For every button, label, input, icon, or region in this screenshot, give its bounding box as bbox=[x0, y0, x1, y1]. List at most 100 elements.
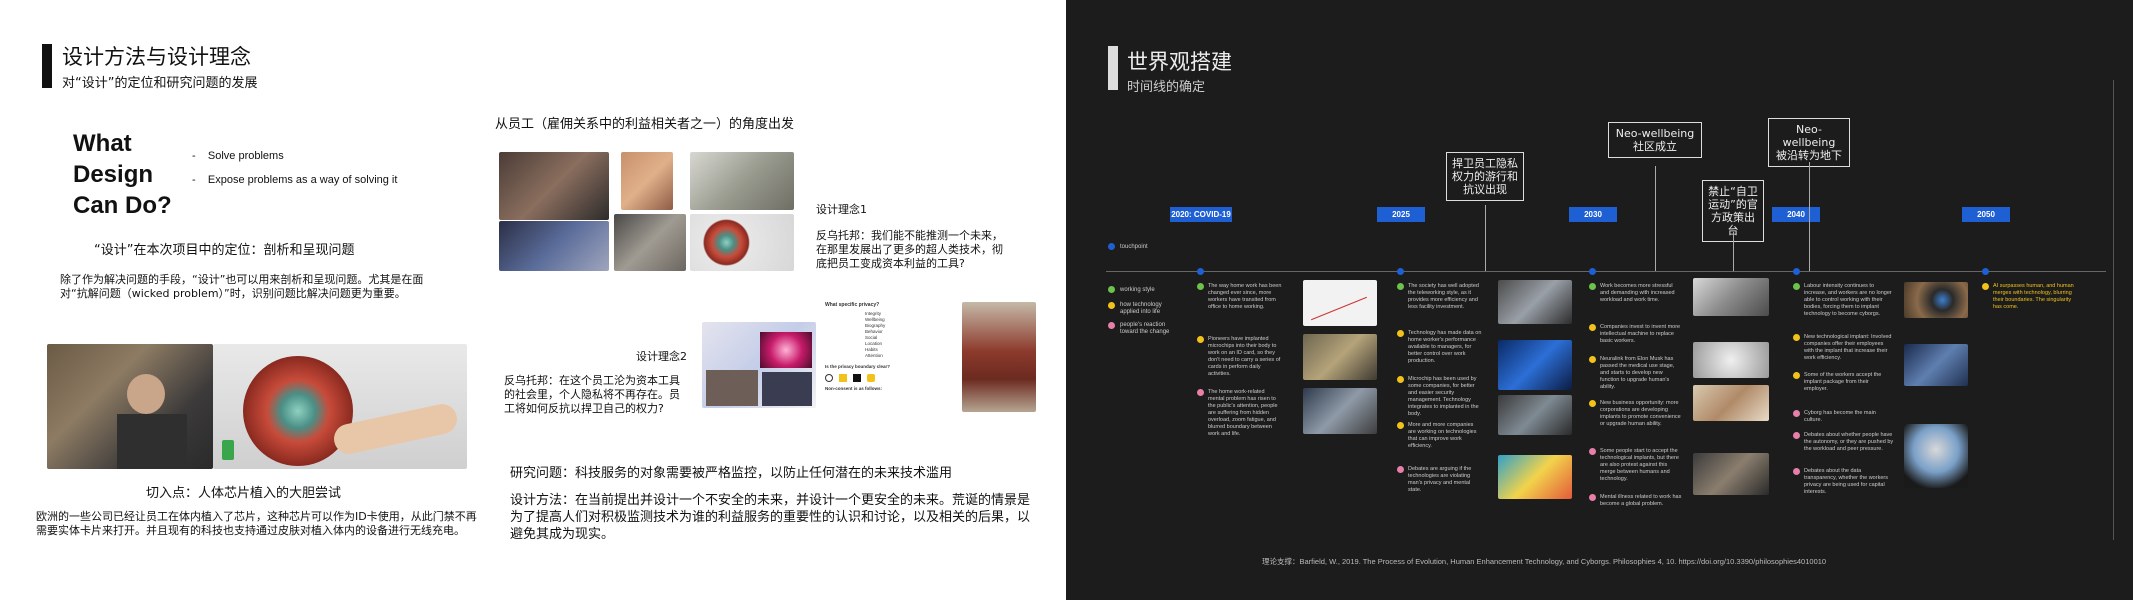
box-line: 捍卫员工隐私 bbox=[1452, 157, 1518, 170]
bullet-text: Expose problems as a way of solving it bbox=[207, 174, 398, 186]
timeline-dot bbox=[1982, 268, 1989, 275]
event-dot bbox=[1793, 372, 1800, 379]
legend-label: working style bbox=[1120, 287, 1155, 293]
year-tag: 2020: COVID-19 bbox=[1170, 207, 1232, 222]
page-title: 世界观搭建 bbox=[1127, 50, 1232, 74]
event-text: New business opportunity: more corporati… bbox=[1600, 400, 1681, 427]
spheres-thumbnail bbox=[1693, 342, 1769, 378]
photo-detail bbox=[127, 374, 165, 414]
concept1-text: 反乌托邦：我们能不能推测一个未来，在那里发展出了更多的超人类技术，彻底把员工变成… bbox=[816, 229, 1003, 270]
photo-implant-hand bbox=[690, 214, 794, 271]
privacy-document: What specific privacy? Integrity Wellbei… bbox=[825, 302, 953, 412]
event-dot bbox=[1793, 334, 1800, 341]
page-title: 设计方法与设计理念 bbox=[62, 45, 251, 69]
doc-list-item: Attention bbox=[865, 353, 883, 358]
event-text: Labour intensity continues to increase, … bbox=[1804, 283, 1892, 317]
data-thumbnail bbox=[1498, 340, 1572, 390]
event-dot bbox=[1793, 283, 1800, 290]
event-box: Neo-wellbeing 被沿转为地下 bbox=[1768, 118, 1850, 167]
connector-line bbox=[1809, 162, 1810, 271]
event-text: Debates are arguing if the technologies … bbox=[1408, 466, 1472, 493]
left-slide: 设计方法与设计理念 对“设计”的定位和研究问题的发展 What Design C… bbox=[0, 0, 1066, 600]
bullet-item: - Expose problems as a way of solving it bbox=[192, 174, 398, 186]
event-text: The society has well adopted the telewor… bbox=[1408, 283, 1479, 310]
connector-line bbox=[1485, 205, 1486, 271]
citation: 理论支撑：Barfield, W., 2019. The Process of … bbox=[1262, 557, 1827, 566]
doc-title: What specific privacy? bbox=[825, 302, 880, 308]
event-text: Cyborg has become the main culture. bbox=[1804, 410, 1876, 423]
event-box: Neo-wellbeing 社区成立 bbox=[1608, 122, 1702, 158]
photo-collage-left bbox=[702, 322, 816, 408]
photo-thumbnail bbox=[1303, 334, 1377, 380]
what-design-line: What bbox=[73, 130, 132, 157]
title-bar-accent bbox=[1108, 46, 1118, 90]
doc-footer: Non-consent is as follows: bbox=[825, 386, 883, 391]
concept1-title: 设计理念1 bbox=[816, 203, 867, 216]
bullet-text: Solve problems bbox=[207, 150, 284, 162]
doc-icons bbox=[825, 374, 953, 382]
photo-face bbox=[499, 221, 609, 271]
photo-hand-implant bbox=[213, 344, 467, 469]
legend-dot-yellow bbox=[1108, 302, 1115, 309]
photo-installation bbox=[962, 302, 1036, 412]
crowd-thumbnail bbox=[1693, 453, 1769, 495]
year-tag: 2025 bbox=[1377, 207, 1425, 222]
connector-line bbox=[1733, 232, 1734, 271]
event-dot bbox=[1197, 283, 1204, 290]
positioning-text: 除了作为解决问题的手段，“设计”也可以用来剖析和呈现问题。尤其是在面对“抗解问题… bbox=[60, 273, 424, 300]
event-text: Some of the workers accept the implant p… bbox=[1804, 372, 1882, 392]
right-slide: 世界观搭建 时间线的确定 2020: COVID-19 2025 2030 20… bbox=[1066, 0, 2133, 600]
event-dot bbox=[1982, 283, 1989, 290]
event-text: The way home work has been changed ever … bbox=[1208, 283, 1282, 310]
page-subtitle: 时间线的确定 bbox=[1127, 80, 1206, 95]
photo-thumbnail bbox=[1303, 388, 1377, 434]
event-dot bbox=[1793, 410, 1800, 417]
right-margin-line bbox=[2113, 80, 2114, 540]
what-design-line: Design bbox=[73, 161, 154, 188]
box-line: 被沿转为地下 bbox=[1776, 149, 1842, 162]
photo-thumbnail bbox=[1693, 278, 1769, 316]
photo-lips bbox=[621, 152, 673, 210]
event-dot bbox=[1589, 400, 1596, 407]
year-tag: 2040 bbox=[1772, 207, 1820, 222]
event-text: The home work-related mental problem has… bbox=[1208, 389, 1278, 437]
box-line: 禁止“自卫 bbox=[1708, 185, 1758, 198]
touchpoint-label: touchpoint bbox=[1120, 244, 1148, 250]
connector-line bbox=[1655, 166, 1656, 271]
box-line: 社区成立 bbox=[1633, 140, 1677, 153]
entry-text: 欧洲的一些公司已经让员工在体内植入了芯片，这种芯片可以作为ID卡使用，从此门禁不… bbox=[36, 510, 477, 537]
concept2-title: 设计理念2 bbox=[636, 350, 687, 363]
photo-thumbnail bbox=[1498, 280, 1572, 324]
touchpoint-dot bbox=[1108, 243, 1115, 250]
event-text: AI surpasses human, and human merges wit… bbox=[1993, 283, 2074, 310]
event-text: Some people start to accept the technolo… bbox=[1600, 448, 1679, 482]
doc-list: Integrity Wellbeing Biography Behavior S… bbox=[865, 311, 953, 359]
entry-title: 切入点：人体芯片植入的大胆尝试 bbox=[146, 486, 342, 501]
box-line: 权力的游行和 bbox=[1452, 170, 1518, 183]
box-line: 抗议出现 bbox=[1463, 183, 1507, 196]
square-icon bbox=[853, 374, 861, 382]
photo-thumbnail bbox=[1498, 395, 1572, 435]
legend-label: how technology applied into life bbox=[1120, 302, 1162, 315]
event-dot bbox=[1397, 330, 1404, 337]
timeline-dot bbox=[1589, 268, 1596, 275]
concept2-text: 反乌托邦：在这个员工沦为资本工具的社会里，个人隐私将不再存在。员工将如何反抗以捍… bbox=[504, 374, 680, 415]
event-text: Microchip has been used by some companie… bbox=[1408, 376, 1479, 417]
bullet-item: - Solve problems bbox=[192, 150, 284, 162]
event-dot bbox=[1397, 283, 1404, 290]
box-line: 运动”的官 bbox=[1708, 198, 1758, 211]
what-design-heading: What Design Can Do? bbox=[73, 128, 172, 221]
event-text: Companies invest to invent more intellec… bbox=[1600, 324, 1681, 344]
timeline-axis bbox=[1106, 271, 2106, 272]
photo-gesture bbox=[614, 214, 686, 271]
event-text: Technology has made data on home worker'… bbox=[1408, 330, 1482, 364]
event-text: Neuralink from Elon Musk has passed the … bbox=[1600, 356, 1675, 390]
event-dot bbox=[1793, 468, 1800, 475]
event-dot bbox=[1589, 356, 1596, 363]
event-dot bbox=[1589, 324, 1596, 331]
positioning-title: “设计”在本次项目中的定位：剖析和呈现问题 bbox=[94, 243, 355, 258]
brain-thumbnail bbox=[1693, 385, 1769, 421]
year-tag: 2050 bbox=[1962, 207, 2010, 222]
event-text: New technological implant: Involved comp… bbox=[1804, 334, 1892, 361]
event-text: More and more companies are working on t… bbox=[1408, 422, 1477, 449]
